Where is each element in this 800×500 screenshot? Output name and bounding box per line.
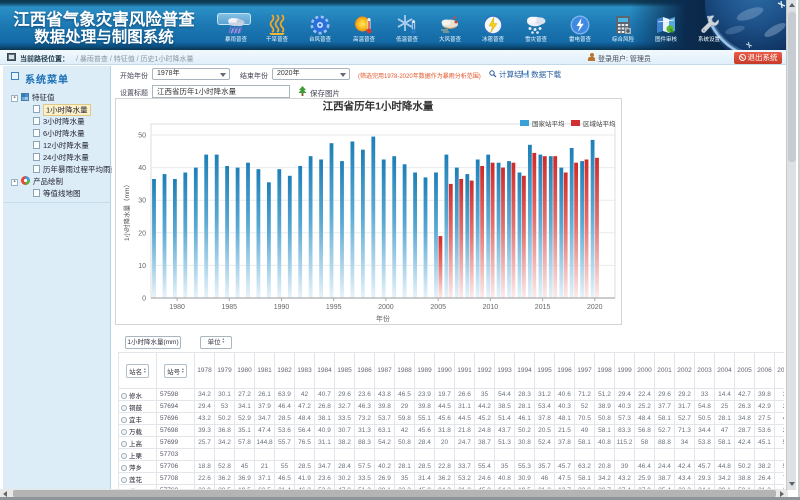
svg-text:江西省历年1小时降水量: 江西省历年1小时降水量: [323, 100, 434, 113]
svg-text:10: 10: [138, 263, 146, 270]
svg-text:1980: 1980: [169, 304, 185, 311]
svg-text:30: 30: [138, 198, 146, 205]
svg-text:2020: 2020: [587, 304, 603, 311]
svg-text:50: 50: [138, 133, 146, 140]
svg-text:年份: 年份: [376, 314, 390, 323]
svg-text:2010: 2010: [483, 304, 499, 311]
svg-text:20: 20: [138, 230, 146, 237]
svg-text:区域站平均: 区域站平均: [583, 119, 616, 128]
svg-text:1995: 1995: [326, 304, 342, 311]
svg-text:1990: 1990: [274, 304, 290, 311]
svg-text:国家站平均: 国家站平均: [532, 119, 565, 128]
svg-text:2005: 2005: [430, 304, 446, 311]
svg-text:1985: 1985: [222, 304, 238, 311]
svg-text:2000: 2000: [378, 304, 394, 311]
svg-text:0: 0: [142, 296, 146, 303]
svg-text:40: 40: [138, 165, 146, 172]
svg-text:2015: 2015: [535, 304, 551, 311]
svg-text:1小时降水量（mm）: 1小时降水量（mm）: [122, 181, 131, 241]
